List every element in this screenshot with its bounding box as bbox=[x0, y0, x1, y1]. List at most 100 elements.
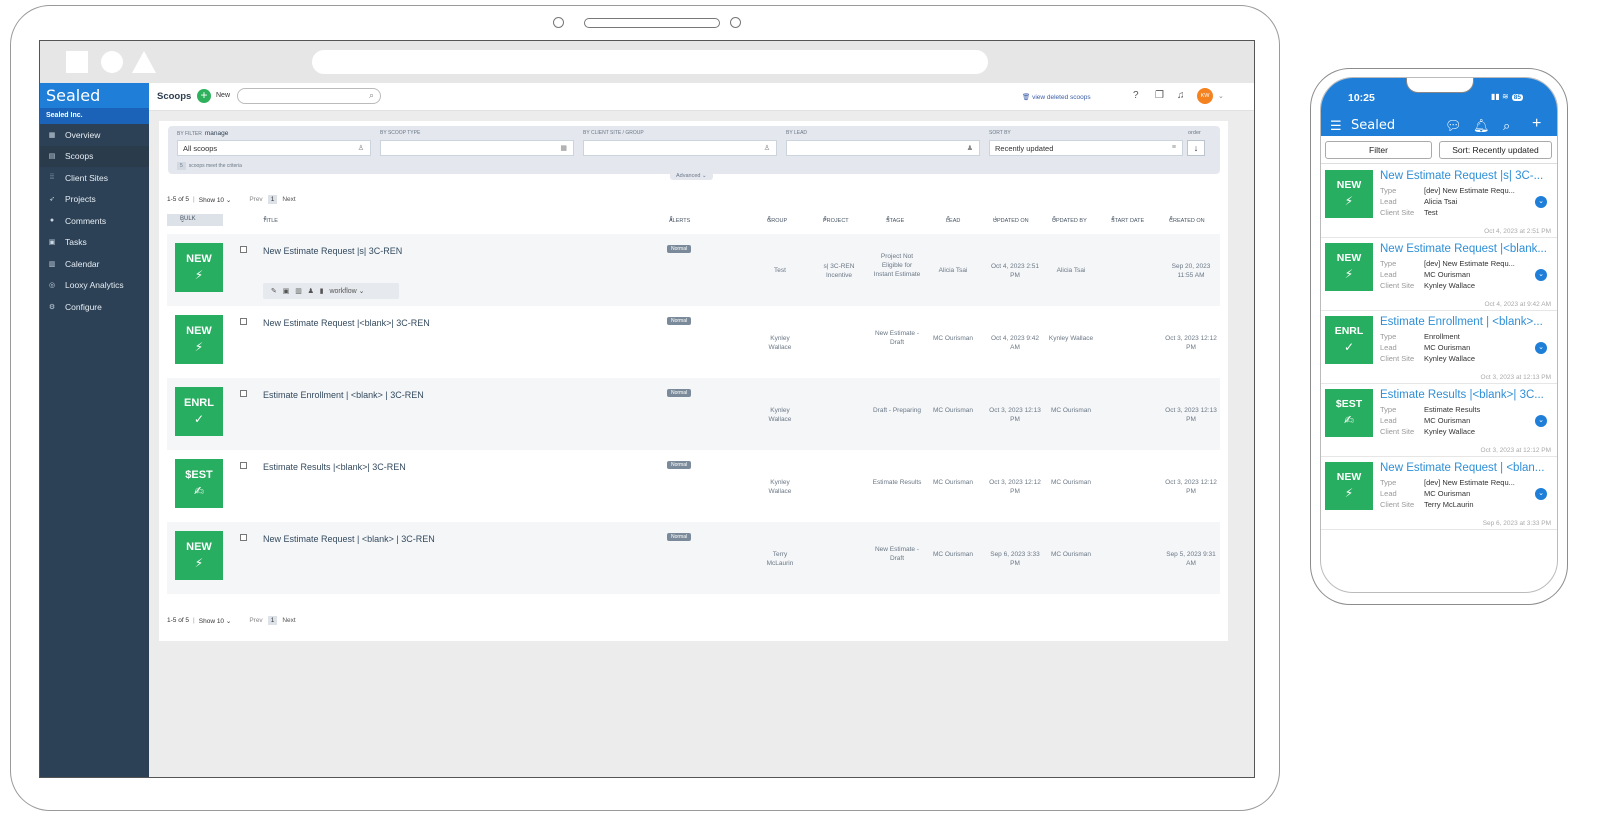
scoop-title-link[interactable]: Estimate Enrollment | <blank> | 3C-REN bbox=[263, 390, 424, 400]
col-alerts[interactable]: ALERTS ⇕ bbox=[669, 216, 690, 224]
advanced-toggle[interactable]: Advanced ⌄ bbox=[670, 172, 713, 180]
scoop-title-link[interactable]: New Estimate Request |s| 3C-REN bbox=[263, 246, 402, 256]
col-start-date[interactable]: START DATE ⇕ bbox=[1111, 216, 1144, 224]
sidebar-item-tasks[interactable]: ▣ Tasks bbox=[40, 232, 149, 254]
col-updated-by[interactable]: UPDATED BY ⇕ bbox=[1052, 216, 1087, 224]
brand-logo[interactable]: Sealed bbox=[40, 83, 149, 108]
sidebar-item-comments[interactable]: ● Comments bbox=[40, 210, 149, 232]
row-checkbox[interactable] bbox=[240, 462, 247, 469]
edit-icon[interactable]: ✎ bbox=[271, 288, 277, 295]
prev-button[interactable]: Prev bbox=[249, 617, 262, 624]
table-row[interactable]: $EST ✍ Estimate Results |<blank>| 3C-REN … bbox=[167, 450, 1220, 522]
col-created-on[interactable]: CREATED ON ⇕ bbox=[1169, 216, 1205, 224]
table-row[interactable]: ENRL ✓ Estimate Enrollment | <blank> | 3C… bbox=[167, 378, 1220, 450]
hamburger-icon[interactable]: ☰ bbox=[1330, 118, 1342, 134]
sort-select[interactable]: Recently updated ≡ bbox=[989, 140, 1183, 156]
manage-link[interactable]: manage bbox=[205, 130, 229, 137]
card-title[interactable]: New Estimate Request |s| 3C-... bbox=[1380, 170, 1555, 182]
card-title[interactable]: New Estimate Request | <blan... bbox=[1380, 462, 1555, 474]
list-item[interactable]: NEW ⚡︎ New Estimate Request |s| 3C-... Ty… bbox=[1321, 165, 1557, 238]
scoop-title-link[interactable]: Estimate Results |<blank>| 3C-REN bbox=[263, 462, 406, 472]
sidebar-item-configure[interactable]: ⚙ Configure bbox=[40, 296, 149, 318]
col-title[interactable]: TITLE ⇕ bbox=[263, 216, 278, 224]
row-checkbox[interactable] bbox=[240, 390, 247, 397]
sort-button[interactable]: Sort: Recently updated bbox=[1439, 141, 1552, 159]
show-select[interactable]: Show 10 ⌄ bbox=[199, 617, 232, 625]
help-icon[interactable]: ? bbox=[1133, 90, 1139, 101]
trash-icon[interactable]: ▮ bbox=[320, 288, 324, 295]
prev-button[interactable]: Prev bbox=[249, 196, 262, 203]
chat-icon[interactable]: 💬︎ bbox=[1445, 118, 1462, 134]
scoop-type-tile[interactable]: NEW ⚡︎ bbox=[175, 315, 223, 364]
next-button[interactable]: Next bbox=[282, 196, 295, 203]
next-button[interactable]: Next bbox=[282, 617, 295, 624]
chevron-down-icon[interactable]: ⌄ bbox=[1535, 415, 1547, 427]
sidebar-item-overview[interactable]: ▦ Overview bbox=[40, 124, 149, 146]
show-select[interactable]: Show 10 ⌄ bbox=[199, 196, 232, 204]
chevron-down-icon[interactable]: ⌄ bbox=[1218, 92, 1224, 100]
filter-button[interactable]: Filter bbox=[1325, 141, 1432, 159]
search-input[interactable]: ⌕ bbox=[237, 88, 381, 104]
lead-select[interactable]: ♟ bbox=[786, 140, 980, 156]
bulk-dropdown[interactable]: BULK ⌄ bbox=[167, 214, 223, 226]
scoop-type-tile: NEW ⚡︎ bbox=[1325, 243, 1373, 291]
scoop-type-tile[interactable]: NEW ⚡︎ bbox=[175, 531, 223, 580]
scoop-type-select[interactable]: ▦ bbox=[380, 140, 574, 156]
bell-icon[interactable]: 🔔︎ bbox=[1473, 118, 1490, 134]
card-title[interactable]: New Estimate Request |<blank... bbox=[1380, 243, 1555, 255]
col-updated-on[interactable]: UPDATED ON ⇣ bbox=[993, 216, 1029, 224]
chevron-down-icon[interactable]: ⌄ bbox=[1535, 196, 1547, 208]
col-project[interactable]: PROJECT ⇕ bbox=[823, 216, 849, 224]
chevron-down-icon[interactable]: ⌄ bbox=[1535, 342, 1547, 354]
sidebar-item-projects[interactable]: ➶ Projects bbox=[40, 189, 149, 211]
col-lead[interactable]: LEAD ⇕ bbox=[946, 216, 960, 224]
new-label[interactable]: New bbox=[216, 92, 230, 99]
col-group[interactable]: GROUP ⇕ bbox=[767, 216, 787, 224]
list-item[interactable]: $EST ✍ Estimate Results |<blank>| 3C... T… bbox=[1321, 384, 1557, 457]
chevron-down-icon[interactable]: ⌄ bbox=[1535, 269, 1547, 281]
add-icon[interactable]: + bbox=[1532, 115, 1541, 133]
scoop-title-link[interactable]: New Estimate Request |<blank>| 3C-REN bbox=[263, 318, 430, 328]
sidebar-item-client-sites[interactable]: ⁞⁞ Client Sites bbox=[40, 167, 149, 189]
col-stage[interactable]: STAGE ⇕ bbox=[886, 216, 904, 224]
row-checkbox[interactable] bbox=[240, 246, 247, 253]
list-item[interactable]: NEW ⚡︎ New Estimate Request |<blank... Ty… bbox=[1321, 238, 1557, 311]
new-scoop-button[interactable]: + bbox=[197, 89, 211, 103]
avatar[interactable]: KW bbox=[1197, 88, 1213, 104]
page-number[interactable]: 1 bbox=[267, 195, 278, 204]
scoop-title-link[interactable]: New Estimate Request | <blank> | 3C-REN bbox=[263, 534, 435, 544]
excel-icon[interactable]: ▥ bbox=[295, 288, 302, 295]
sidebar-item-analytics[interactable]: ◎ Looxy Analytics bbox=[40, 275, 149, 297]
workflow-dropdown[interactable]: workflow ⌄ bbox=[329, 288, 364, 295]
address-bar[interactable] bbox=[312, 50, 988, 74]
scoop-type-tile[interactable]: $EST ✍ bbox=[175, 459, 223, 508]
client-select[interactable]: ♙ bbox=[583, 140, 777, 156]
scoop-type-tile[interactable]: ENRL ✓ bbox=[175, 387, 223, 436]
image-icon[interactable]: ▣ bbox=[283, 288, 290, 295]
view-deleted-link[interactable]: 🗑︎ view deleted scoops bbox=[1022, 93, 1091, 101]
user-icon[interactable]: ♟ bbox=[308, 288, 314, 295]
chevron-down-icon[interactable]: ⌄ bbox=[1535, 488, 1547, 500]
sidebar-item-calendar[interactable]: ▥ Calendar bbox=[40, 253, 149, 275]
filter-select[interactable]: All scoops ♙ bbox=[177, 140, 371, 156]
pager-range: 1-5 of 5 bbox=[167, 617, 190, 624]
created-on-cell: Sep 20, 2023 11:55 AM bbox=[1171, 263, 1211, 279]
row-checkbox[interactable] bbox=[240, 318, 247, 325]
sidebar-item-label: Configure bbox=[65, 301, 102, 312]
sidebar-item-label: Scoops bbox=[65, 151, 94, 162]
page-number[interactable]: 1 bbox=[267, 616, 278, 625]
chat-icon[interactable]: ❐ bbox=[1155, 90, 1164, 101]
table-row[interactable]: NEW ⚡︎ New Estimate Request |<blank>| 3C-… bbox=[167, 306, 1220, 378]
table-row[interactable]: NEW ⚡︎ New Estimate Request | <blank> | 3… bbox=[167, 522, 1220, 594]
scoop-type-tile[interactable]: NEW ⚡︎ bbox=[175, 243, 223, 292]
list-item[interactable]: NEW ⚡︎ New Estimate Request | <blan... Ty… bbox=[1321, 457, 1557, 530]
list-item[interactable]: ENRL ✓ Estimate Enrollment | <blank>... T… bbox=[1321, 311, 1557, 384]
sidebar-item-scoops[interactable]: ▤ Scoops bbox=[40, 145, 149, 167]
bell-icon[interactable]: ♫ bbox=[1177, 90, 1185, 101]
row-checkbox[interactable] bbox=[240, 534, 247, 541]
order-toggle-button[interactable]: ↓ bbox=[1187, 140, 1205, 156]
card-title[interactable]: Estimate Enrollment | <blank>... bbox=[1380, 316, 1555, 328]
card-title[interactable]: Estimate Results |<blank>| 3C... bbox=[1380, 389, 1555, 401]
table-row[interactable]: NEW ⚡︎ New Estimate Request |s| 3C-REN No… bbox=[167, 234, 1220, 306]
search-icon[interactable]: ⌕ bbox=[1503, 118, 1510, 134]
